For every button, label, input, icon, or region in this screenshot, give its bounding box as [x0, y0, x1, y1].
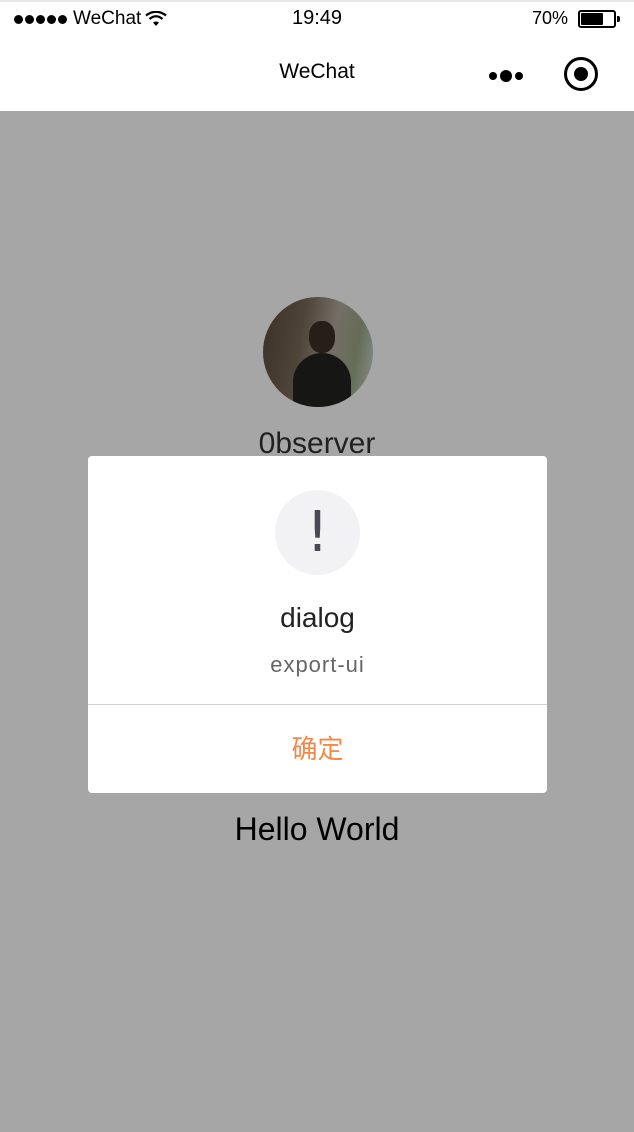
warning-icon: !: [275, 490, 360, 575]
battery-percent: 70%: [531, 8, 568, 28]
nav-title: WeChat: [279, 60, 355, 83]
more-dots-icon[interactable]: [489, 68, 527, 84]
status-right: 70%: [532, 8, 622, 29]
dialog-title: dialog: [280, 602, 355, 633]
capsule-close-icon[interactable]: [564, 57, 598, 91]
battery-icon: [578, 9, 622, 28]
navigation-bar: WeChat: [0, 40, 634, 111]
status-bar: WeChat 19:49 70%: [0, 0, 634, 40]
battery-fill: [581, 12, 603, 25]
confirm-button[interactable]: 确定: [88, 705, 547, 793]
dialog-content: export-ui: [270, 652, 365, 677]
dialog: ! dialog export-ui 确定: [88, 456, 547, 793]
